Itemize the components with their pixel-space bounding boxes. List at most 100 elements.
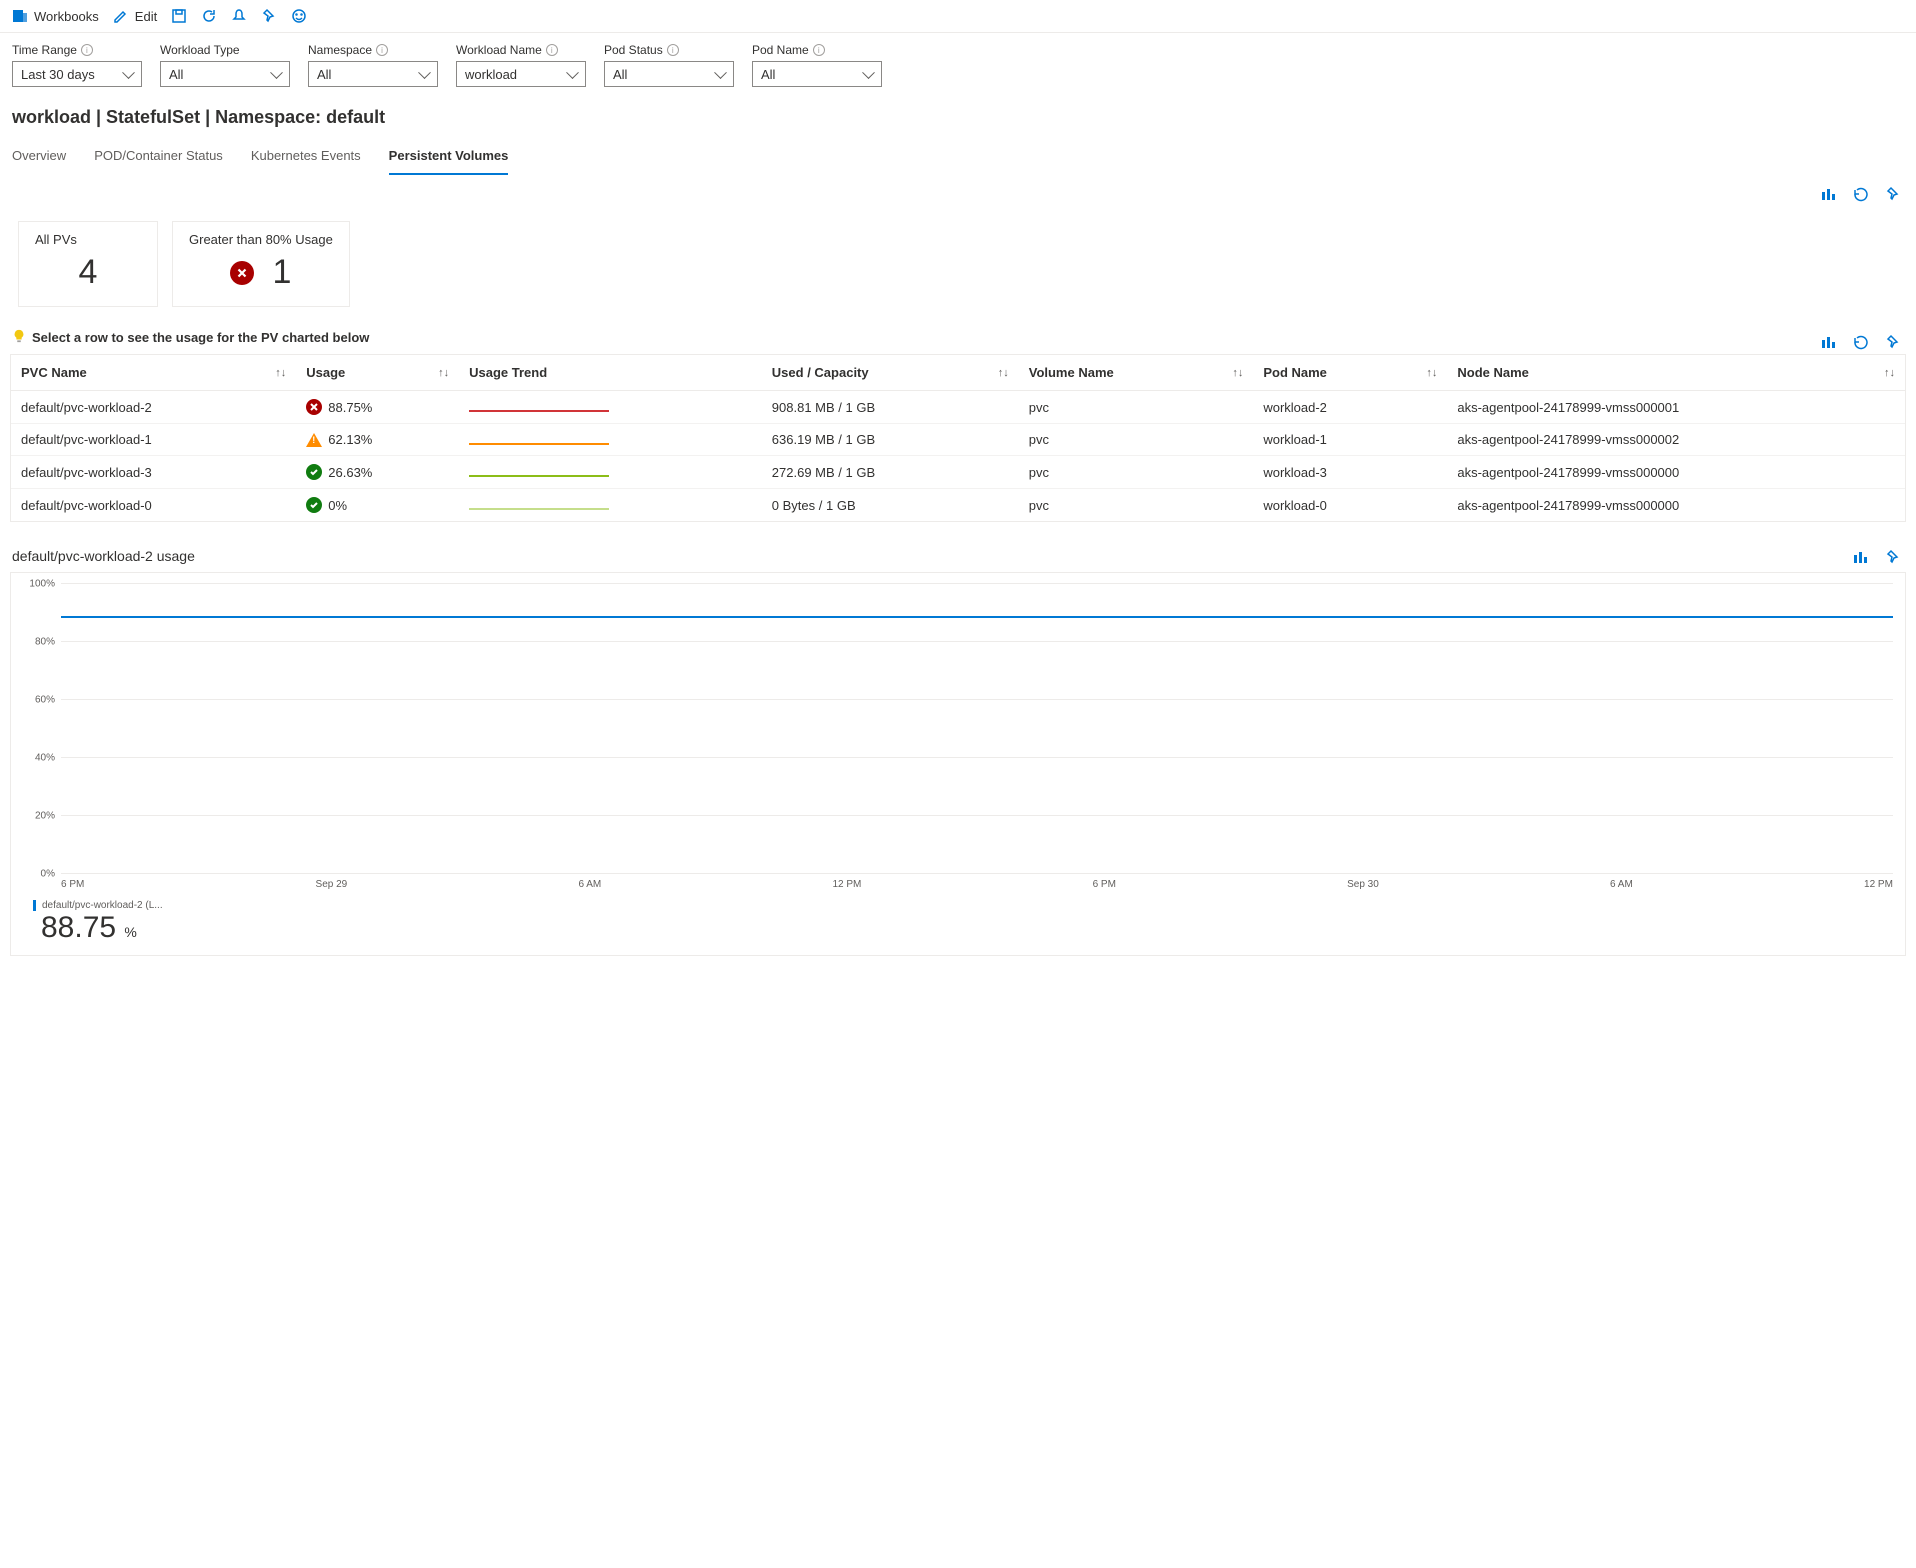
cell-usage: 0% xyxy=(296,489,459,522)
x-axis-label: 12 PM xyxy=(1864,879,1893,890)
trend-sparkline xyxy=(469,508,609,512)
log-analytics-icon[interactable] xyxy=(1852,548,1870,566)
pin-icon[interactable] xyxy=(261,8,277,24)
select-pod-status[interactable]: All xyxy=(604,61,734,87)
card-gt80-label: Greater than 80% Usage xyxy=(189,232,333,247)
select-namespace[interactable]: All xyxy=(308,61,438,87)
x-axis-label: 6 PM xyxy=(61,879,84,890)
table-section-actions xyxy=(1820,333,1902,351)
filter-namespace: Namespace i All xyxy=(308,43,438,87)
y-axis-label: 40% xyxy=(21,753,55,764)
col-used-capacity[interactable]: Used / Capacity↑↓ xyxy=(762,355,1019,391)
table-row[interactable]: default/pvc-workload-00%0 Bytes / 1 GBpv… xyxy=(11,489,1905,522)
filter-label-pod-name: Pod Name xyxy=(752,43,809,57)
filter-label-namespace: Namespace xyxy=(308,43,372,57)
log-analytics-icon[interactable] xyxy=(1820,333,1838,351)
filter-workload-name: Workload Namei workload xyxy=(456,43,586,87)
col-pvc-name[interactable]: PVC Name↑↓ xyxy=(11,355,296,391)
y-axis-label: 100% xyxy=(21,579,55,590)
edit-button[interactable]: Edit xyxy=(113,8,157,24)
info-icon[interactable]: i xyxy=(81,44,93,56)
table-row[interactable]: default/pvc-workload-288.75%908.81 MB / … xyxy=(11,391,1905,424)
edit-label: Edit xyxy=(135,9,157,24)
workbooks-button[interactable]: Workbooks xyxy=(12,8,99,24)
col-pod-name[interactable]: Pod Name↑↓ xyxy=(1253,355,1447,391)
pin-section-icon[interactable] xyxy=(1884,185,1902,203)
select-time-range[interactable]: Last 30 days xyxy=(12,61,142,87)
grid-line: 100% xyxy=(61,583,1893,584)
filters-row: Time Rangei Last 30 days Workload Type A… xyxy=(0,33,1916,101)
col-volume-name[interactable]: Volume Name↑↓ xyxy=(1019,355,1254,391)
legend-series-value: 88.75 % xyxy=(33,911,1897,945)
log-analytics-icon[interactable] xyxy=(1820,185,1838,203)
cell-pvc-name: default/pvc-workload-3 xyxy=(11,456,296,489)
cell-pod-name: workload-1 xyxy=(1253,424,1447,456)
col-usage[interactable]: Usage↑↓ xyxy=(296,355,459,391)
table-row[interactable]: default/pvc-workload-326.63%272.69 MB / … xyxy=(11,456,1905,489)
cell-node-name: aks-agentpool-24178999-vmss000000 xyxy=(1447,489,1905,522)
cell-pod-name: workload-0 xyxy=(1253,489,1447,522)
cell-used-capacity: 0 Bytes / 1 GB xyxy=(762,489,1019,522)
x-axis-label: 6 AM xyxy=(578,879,601,890)
card-all-pvs-value: 4 xyxy=(79,253,98,292)
cell-used-capacity: 272.69 MB / 1 GB xyxy=(762,456,1019,489)
undo-icon[interactable] xyxy=(1852,333,1870,351)
cell-pod-name: workload-3 xyxy=(1253,456,1447,489)
info-icon[interactable]: i xyxy=(376,44,388,56)
trend-sparkline xyxy=(469,410,609,414)
cell-node-name: aks-agentpool-24178999-vmss000000 xyxy=(1447,456,1905,489)
x-axis-label: 6 PM xyxy=(1093,879,1116,890)
usage-chart: 100%80%60%40%20%0% 6 PMSep 296 AM12 PM6 … xyxy=(10,572,1906,956)
tab-overview[interactable]: Overview xyxy=(12,142,66,175)
x-axis-label: Sep 29 xyxy=(316,879,348,890)
x-axis-label: Sep 30 xyxy=(1347,879,1379,890)
chart-x-axis: 6 PMSep 296 AM12 PM6 PMSep 306 AM12 PM xyxy=(61,879,1893,890)
card-gt80-usage[interactable]: Greater than 80% Usage 1 xyxy=(172,221,350,307)
sort-icon: ↑↓ xyxy=(1426,367,1437,379)
cell-node-name: aks-agentpool-24178999-vmss000002 xyxy=(1447,424,1905,456)
card-gt80-value: 1 xyxy=(272,253,291,292)
hint-text: Select a row to see the usage for the PV… xyxy=(32,330,369,345)
legend-series-label: default/pvc-workload-2 (L... xyxy=(33,900,1897,911)
filter-label-pod-status: Pod Status xyxy=(604,43,663,57)
info-icon[interactable]: i xyxy=(667,44,679,56)
cell-pvc-name: default/pvc-workload-1 xyxy=(11,424,296,456)
refresh-icon[interactable] xyxy=(201,8,217,24)
error-icon xyxy=(306,399,322,415)
pin-section-icon[interactable] xyxy=(1884,548,1902,566)
grid-line: 80% xyxy=(61,641,1893,642)
y-axis-label: 20% xyxy=(21,811,55,822)
pin-section-icon[interactable] xyxy=(1884,333,1902,351)
tab-kubernetes-events[interactable]: Kubernetes Events xyxy=(251,142,361,175)
undo-icon[interactable] xyxy=(1852,185,1870,203)
cell-usage-trend xyxy=(459,489,762,522)
col-usage-trend[interactable]: Usage Trend xyxy=(459,355,762,391)
select-pod-name[interactable]: All xyxy=(752,61,882,87)
feedback-icon[interactable] xyxy=(291,8,307,24)
card-all-pvs[interactable]: All PVs 4 xyxy=(18,221,158,307)
section-actions xyxy=(0,175,1916,211)
card-all-pvs-label: All PVs xyxy=(35,232,141,247)
table-row[interactable]: default/pvc-workload-162.13%636.19 MB / … xyxy=(11,424,1905,456)
cell-pod-name: workload-2 xyxy=(1253,391,1447,424)
alert-icon[interactable] xyxy=(231,8,247,24)
sort-icon: ↑↓ xyxy=(998,367,1009,379)
filter-time-range: Time Range i Last 30 days xyxy=(12,43,142,87)
y-axis-label: 80% xyxy=(21,637,55,648)
info-icon[interactable]: i xyxy=(813,44,825,56)
info-icon[interactable]: i xyxy=(546,44,558,56)
edit-icon xyxy=(113,8,129,24)
col-node-name[interactable]: Node Name↑↓ xyxy=(1447,355,1905,391)
grid-line: 40% xyxy=(61,757,1893,758)
chart-series-line xyxy=(61,616,1893,618)
select-workload-type[interactable]: All xyxy=(160,61,290,87)
grid-line: 0% xyxy=(61,873,1893,874)
cell-used-capacity: 908.81 MB / 1 GB xyxy=(762,391,1019,424)
filter-label-time-range: Time Range xyxy=(12,43,77,57)
pv-table: PVC Name↑↓ Usage↑↓ Usage Trend Used / Ca… xyxy=(10,354,1906,522)
tab-pod-container-status[interactable]: POD/Container Status xyxy=(94,142,223,175)
select-workload-name[interactable]: workload xyxy=(456,61,586,87)
x-axis-label: 6 AM xyxy=(1610,879,1633,890)
save-icon[interactable] xyxy=(171,8,187,24)
tab-persistent-volumes[interactable]: Persistent Volumes xyxy=(389,142,509,175)
